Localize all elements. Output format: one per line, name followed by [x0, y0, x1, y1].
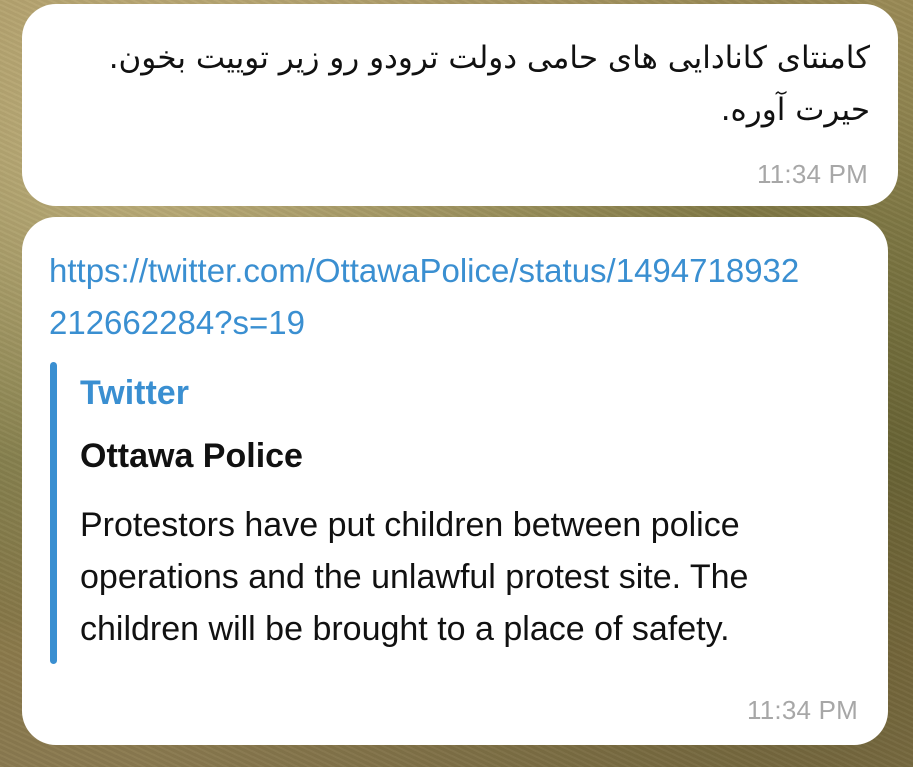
preview-title: Ottawa Police — [80, 437, 303, 475]
preview-accent-bar — [50, 362, 57, 664]
message-bubble-link[interactable]: https://twitter.com/OttawaPolice/status/… — [22, 217, 888, 745]
message-text: کامنتای کانادایی های حامی دولت ترودو رو … — [108, 40, 870, 128]
message-timestamp: 11:34 PM — [757, 159, 868, 189]
message-timestamp: 11:34 PM — [747, 695, 858, 725]
preview-description: Protestors have put children between pol… — [80, 506, 749, 648]
message-bubble[interactable]: کامنتای کانادایی های حامی دولت ترودو رو … — [22, 4, 898, 206]
tweet-link[interactable]: https://twitter.com/OttawaPolice/status/… — [49, 245, 809, 349]
link-preview[interactable]: Twitter Ottawa Police Protestors have pu… — [50, 362, 850, 667]
preview-site-name: Twitter — [80, 374, 189, 412]
